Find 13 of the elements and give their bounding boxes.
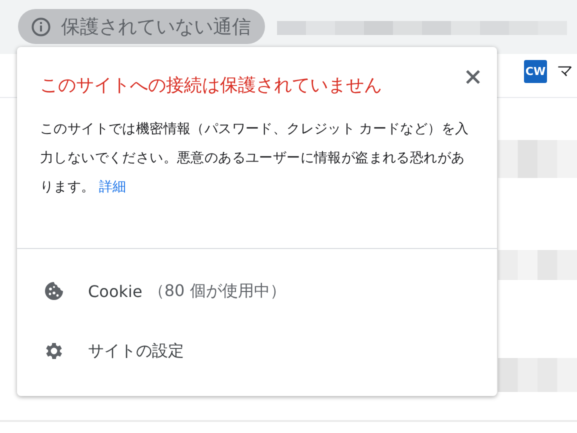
close-button[interactable]: [465, 69, 481, 85]
bookmark-icon: CW: [524, 60, 547, 83]
cookie-icon: [44, 281, 64, 301]
details-link[interactable]: 詳細: [98, 179, 126, 195]
cookies-item[interactable]: Cookie （80 個が使用中）: [17, 261, 497, 321]
item-label: サイトの設定: [88, 340, 184, 362]
item-label: Cookie: [88, 282, 142, 300]
warning-message: このサイトでは機密情報（パスワード、クレジット カードなど）を入力しないでください。悪意のあるユーザーに情報が盗まれる恐れがあります。 詳細: [40, 120, 470, 197]
bookmark[interactable]: CW マ: [524, 60, 573, 83]
site-settings-item[interactable]: サイトの設定: [17, 321, 497, 381]
item-detail: （80 個が使用中）: [148, 280, 286, 302]
popup-title: このサイトへの接続は保護されていません: [40, 74, 382, 98]
info-icon: [31, 16, 51, 36]
